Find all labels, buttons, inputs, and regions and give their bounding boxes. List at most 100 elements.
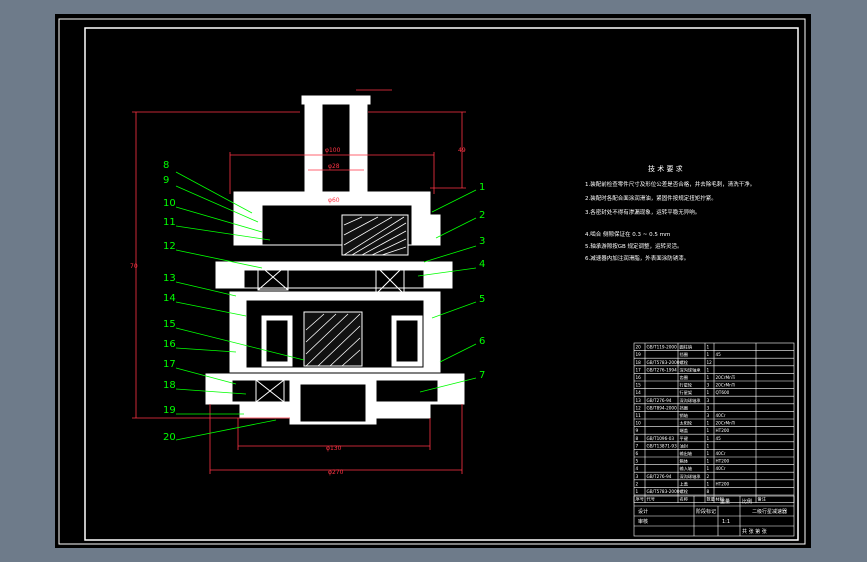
bom-cell: 1 <box>707 421 710 426</box>
bom-cell: 1 <box>707 345 710 350</box>
dim-bottom-b: φ270 <box>328 469 344 476</box>
bom-cell: 1 <box>707 428 710 433</box>
bom-cell: 端盖 <box>680 427 688 434</box>
part-number-6: 6 <box>479 336 485 347</box>
dim-height-right: 49 <box>458 147 466 154</box>
bom-cell: 行星架 <box>680 389 693 396</box>
bom-cell: 3 <box>636 474 639 479</box>
bom-cell: 1 <box>707 367 710 372</box>
notes-heading: 技 术 要 求 <box>648 164 683 173</box>
drawing-canvas: φ100 φ28 φ60 φ130 φ270 70 49 89101112131… <box>55 14 811 548</box>
bom-cell: HT200 <box>716 481 730 486</box>
part-number-11: 11 <box>163 217 176 228</box>
bom-cell: 输出轴 <box>680 450 693 457</box>
planet-gear-block <box>303 311 363 367</box>
part-number-18: 18 <box>163 380 176 391</box>
dim-shaft-dia: φ28 <box>328 163 340 170</box>
bom-cell: 40Cr <box>716 413 726 418</box>
bom-cell: GB/T119-2000 <box>647 345 678 350</box>
bom-cell: 9 <box>636 428 639 433</box>
bom-cell: 深沟球轴承 <box>680 366 702 373</box>
bom-cell: 太阳轮 <box>680 420 693 427</box>
bom-cell: 18 <box>636 360 642 365</box>
bom-cell: 销轴 <box>680 412 688 419</box>
bom-cell: 挡圈 <box>680 404 688 411</box>
bom-cell: 3 <box>707 383 710 388</box>
bom-cell: 挡圈 <box>680 351 688 358</box>
bom-cell: 6 <box>636 451 639 456</box>
bom-cell: 13 <box>636 398 642 403</box>
bom-cell: QT600 <box>716 390 730 395</box>
bom-cell: 20 <box>636 345 642 350</box>
note-item: 4.啮合 侧隙保证在 0.3 ~ 0.5 mm <box>585 230 670 238</box>
scale-value: 1:1 <box>722 519 730 525</box>
bom-cell: 4 <box>636 466 639 471</box>
sun-gear-block <box>341 214 409 256</box>
bom-cell: 16 <box>636 375 642 380</box>
part-number-16: 16 <box>163 339 176 350</box>
bom-cell: 螺栓 <box>680 359 689 366</box>
part-number-8: 8 <box>163 160 169 171</box>
dim-bottom-a: φ130 <box>326 445 342 452</box>
bom-cell: 平键 <box>680 435 689 442</box>
bom-cell: 12 <box>707 360 713 365</box>
bom-cell: 8 <box>636 436 639 441</box>
bom-cell: 输入轴 <box>680 465 693 472</box>
bom-cell: 深沟球轴承 <box>680 397 702 404</box>
bom-cell: 1 <box>707 466 710 471</box>
part-number-13: 13 <box>163 273 176 284</box>
bom-cell: 1 <box>707 451 710 456</box>
part-number-4: 4 <box>479 259 485 270</box>
bom-cell: 3 <box>707 398 710 403</box>
bom-cell: 45 <box>716 352 722 357</box>
bom-cell: 20CrMnTi <box>716 421 736 426</box>
bom-cell: 1 <box>707 352 710 357</box>
bom-cell: GB/T5783-2000 <box>647 360 680 365</box>
bom-cell: 12 <box>636 405 642 410</box>
part-number-19: 19 <box>163 405 176 416</box>
bom-cell: 8 <box>707 489 710 494</box>
dim-inner-dia: φ60 <box>328 197 340 204</box>
designer-label: 设计 <box>638 508 648 515</box>
bom-cell: 螺栓 <box>680 488 689 495</box>
bom-cell: 1 <box>707 459 710 464</box>
bom-cell: 7 <box>636 443 639 448</box>
bom-cell: HT200 <box>716 459 730 464</box>
bom-cell: 1 <box>707 436 710 441</box>
bom-cell: 2 <box>636 481 639 486</box>
part-number-1: 1 <box>479 182 485 193</box>
bom-cell: 圆柱销 <box>680 344 693 351</box>
bom-cell: 10 <box>636 421 642 426</box>
bom-cell: 20CrMnTi <box>716 383 736 388</box>
bom-cell: 40Cr <box>716 466 726 471</box>
bom-header-cell: 代号 <box>647 496 655 503</box>
bom-cell: 箱体 <box>680 458 689 465</box>
bom-cell: 1 <box>636 489 639 494</box>
bom-cell: 行星轮 <box>680 382 693 389</box>
part-number-9: 9 <box>163 175 169 186</box>
bom-cell: 19 <box>636 352 642 357</box>
bom-cell: GB/T1096-03 <box>647 436 675 441</box>
part-number-10: 10 <box>163 198 176 209</box>
part-number-17: 17 <box>163 359 176 370</box>
bom-cell: 1 <box>707 481 710 486</box>
bom-cell: 5 <box>636 459 639 464</box>
bom-cell: 40Cr <box>716 451 726 456</box>
bom-header-cell: 材料 <box>716 496 725 503</box>
bom-cell: GB/T5783-2000 <box>647 489 680 494</box>
sheet-info: 共 张 第 张 <box>742 528 767 535</box>
note-item: 6.减速器内加注润滑脂，外表面涂防锈漆。 <box>585 254 689 262</box>
note-item: 2.装配时各配合面涂润滑油，紧固件按规定扭矩拧紧。 <box>585 194 717 202</box>
part-number-20: 20 <box>163 432 176 443</box>
bom-cell: GB/T13871-93 <box>647 443 678 448</box>
part-number-14: 14 <box>163 293 176 304</box>
checker-label: 审核 <box>638 518 648 525</box>
bom-header-cell: 序号 <box>636 496 644 503</box>
dim-height-left: 70 <box>130 263 138 270</box>
bom-cell: 15 <box>636 383 642 388</box>
part-number-3: 3 <box>479 236 485 247</box>
part-number-12: 12 <box>163 241 176 252</box>
bom-header-cell: 数量 <box>707 496 715 503</box>
bom-cell: 1 <box>707 390 710 395</box>
stage-label: 阶段标记 <box>696 508 716 515</box>
